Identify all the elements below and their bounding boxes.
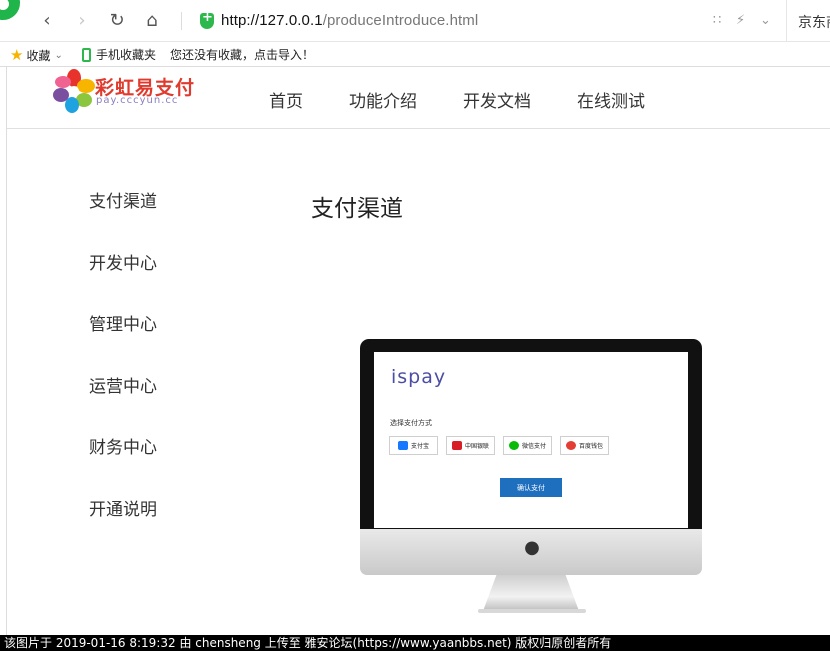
url-host: http://127.0.0.1 <box>221 12 323 29</box>
grid-icon[interactable]: ∷ <box>713 13 721 28</box>
baidu-wallet-icon <box>565 441 576 450</box>
imac-stand <box>483 575 579 611</box>
upload-watermark: 该图片于 2019-01-16 8:19:32 由 chensheng 上传至 … <box>0 635 830 651</box>
favorites-label: 收藏 <box>26 48 51 63</box>
url-path: /produceIntroduce.html <box>322 12 479 29</box>
confirm-payment-button: 确认支付 <box>500 478 562 497</box>
secure-shield-icon <box>200 10 214 29</box>
imac-chin: ● <box>360 529 702 575</box>
browser-toolbar: ‹ › ↻ ⌂ http://127.0.0.1/produceIntroduc… <box>0 0 830 42</box>
payment-option-alipay: 支付宝 <box>389 436 438 455</box>
browser-logo-icon <box>0 0 20 20</box>
payment-option-unionpay: 中国银联 <box>446 436 495 455</box>
nav-home[interactable]: 首页 <box>269 87 303 112</box>
mobile-favorites-label: 手机收藏夹 <box>96 48 157 62</box>
back-icon[interactable]: ‹ <box>36 9 58 31</box>
imac-illustration: ispay 选择支付方式 支付宝 中国银联 微信支付 百度钱包 确认支付 ● <box>360 339 703 619</box>
nav-docs[interactable]: 开发文档 <box>463 87 531 112</box>
wechat-icon <box>508 441 519 450</box>
sidebar: 支付渠道 开发中心 管理中心 运营中心 财务中心 开通说明 <box>89 187 157 556</box>
site-header: 彩虹易支付 pay.cccyun.cc 首页 功能介绍 开发文档 在线测试 <box>7 67 830 129</box>
bookmarks-bar: ★ 收藏 ⌄ 手机收藏夹 您还没有收藏，点击导入！ <box>0 42 830 67</box>
tab-jd[interactable]: 京东商 <box>786 0 830 42</box>
chevron-down-icon: ⌄ <box>54 49 63 61</box>
home-icon[interactable]: ⌂ <box>141 9 163 31</box>
sidebar-item-admin-center[interactable]: 管理中心 <box>89 310 157 372</box>
payment-option-wechat: 微信支付 <box>503 436 552 455</box>
chevron-down-icon[interactable]: ⌄ <box>760 13 771 28</box>
refresh-icon[interactable]: ↻ <box>106 9 128 31</box>
favorites-button[interactable]: ★ 收藏 ⌄ <box>10 46 63 64</box>
ispay-brand: ispay <box>391 366 447 388</box>
alipay-icon <box>397 441 408 450</box>
imac-screen-bezel: ispay 选择支付方式 支付宝 中国银联 微信支付 百度钱包 确认支付 <box>360 339 702 529</box>
page-title: 支付渠道 <box>311 196 403 222</box>
import-bookmarks-link[interactable]: 您还没有收藏，点击导入！ <box>170 46 314 63</box>
main-nav: 首页 功能介绍 开发文档 在线测试 <box>269 87 691 112</box>
imac-stand-base <box>478 609 586 613</box>
imac-screen: ispay 选择支付方式 支付宝 中国银联 微信支付 百度钱包 确认支付 <box>374 352 688 528</box>
url-text[interactable]: http://127.0.0.1/produceIntroduce.html <box>221 12 478 29</box>
payment-option-label: 百度钱包 <box>578 443 603 450</box>
phone-icon <box>82 47 91 62</box>
address-bar[interactable]: http://127.0.0.1/produceIntroduce.html <box>196 8 776 34</box>
sidebar-item-activation-guide[interactable]: 开通说明 <box>89 495 157 557</box>
rainbow-flower-icon <box>53 69 95 113</box>
star-icon: ★ <box>10 46 24 64</box>
payment-option-label: 中国银联 <box>464 443 489 450</box>
payment-options: 支付宝 中国银联 微信支付 百度钱包 <box>389 436 617 455</box>
site-logo[interactable]: 彩虹易支付 pay.cccyun.cc <box>53 69 194 115</box>
unionpay-icon <box>451 441 462 450</box>
payment-option-baidu: 百度钱包 <box>560 436 609 455</box>
choose-payment-label: 选择支付方式 <box>390 419 432 427</box>
payment-option-label: 微信支付 <box>521 443 546 450</box>
sidebar-item-dev-center[interactable]: 开发中心 <box>89 249 157 311</box>
tab-label: 京东商 <box>798 15 830 31</box>
lightning-icon[interactable]: ⚡ <box>736 13 745 28</box>
nav-online-test[interactable]: 在线测试 <box>577 87 645 112</box>
web-page: 彩虹易支付 pay.cccyun.cc 首页 功能介绍 开发文档 在线测试 支付… <box>6 67 830 636</box>
sidebar-item-operations-center[interactable]: 运营中心 <box>89 372 157 434</box>
import-hint: 您还没有收藏，点击导入！ <box>170 48 315 62</box>
logo-domain: pay.cccyun.cc <box>96 95 179 106</box>
payment-option-label: 支付宝 <box>410 443 429 450</box>
nav-features[interactable]: 功能介绍 <box>349 87 417 112</box>
apple-logo-icon: ● <box>524 537 540 558</box>
forward-icon[interactable]: › <box>71 9 93 31</box>
sidebar-item-finance-center[interactable]: 财务中心 <box>89 433 157 495</box>
mobile-favorites-link[interactable]: 手机收藏夹 <box>82 46 156 63</box>
sidebar-item-payment-channels[interactable]: 支付渠道 <box>89 187 157 249</box>
toolbar-divider <box>181 12 182 30</box>
